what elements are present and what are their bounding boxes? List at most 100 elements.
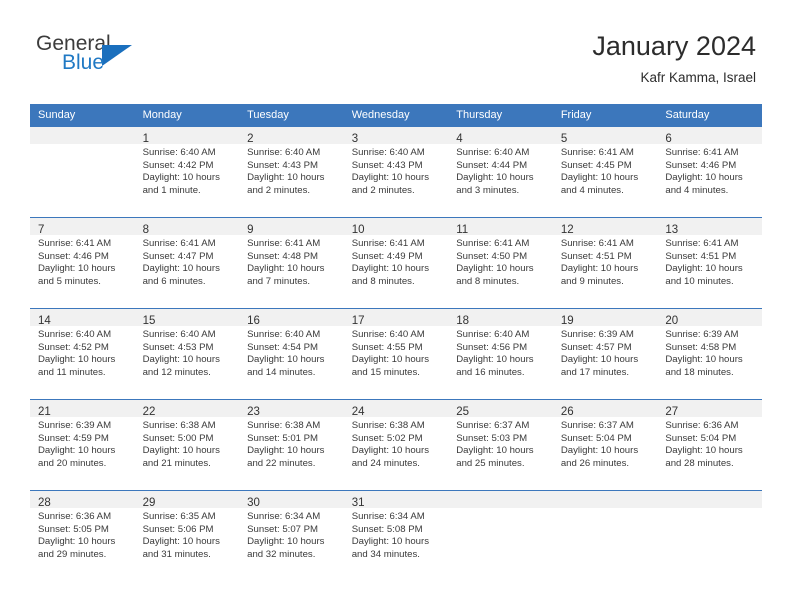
day-cell[interactable]: 21 Sunrise: 6:39 AM Sunset: 4:59 PM Dayl… bbox=[30, 399, 135, 491]
sunset-text: Sunset: 5:07 PM bbox=[247, 523, 319, 535]
day-cell[interactable] bbox=[657, 490, 762, 581]
day-cell[interactable]: 15 Sunrise: 6:40 AM Sunset: 4:53 PM Dayl… bbox=[134, 308, 240, 400]
day-cell[interactable]: 31 Sunrise: 6:34 AM Sunset: 5:08 PM Dayl… bbox=[343, 490, 449, 581]
sunrise-text: Sunrise: 6:38 AM bbox=[247, 420, 321, 431]
daylight-text-line2: and 9 minutes. bbox=[560, 275, 624, 287]
sunrise-text: Sunrise: 6:40 AM bbox=[142, 147, 216, 158]
day-number: 23 bbox=[247, 406, 260, 418]
daylight-text-line1: Daylight: 10 hours bbox=[38, 536, 116, 548]
daylight-text-line2: and 5 minutes. bbox=[38, 275, 101, 287]
day-cell[interactable] bbox=[30, 126, 135, 218]
day-number-band: 30 bbox=[239, 491, 344, 509]
day-cell[interactable]: 18 Sunrise: 6:40 AM Sunset: 4:56 PM Dayl… bbox=[448, 308, 553, 400]
day-cell[interactable]: 5 Sunrise: 6:41 AM Sunset: 4:45 PM Dayli… bbox=[552, 126, 658, 218]
daylight-text-line1: Daylight: 10 hours bbox=[351, 536, 430, 548]
day-cell[interactable]: 27 Sunrise: 6:36 AM Sunset: 5:04 PM Dayl… bbox=[657, 399, 762, 491]
daylight-text-line2: and 4 minutes. bbox=[560, 184, 624, 196]
day-number-band: 20 bbox=[657, 309, 762, 327]
day-cell[interactable]: 10 Sunrise: 6:41 AM Sunset: 4:49 PM Dayl… bbox=[343, 217, 449, 309]
sunset-text: Sunset: 5:05 PM bbox=[38, 523, 109, 535]
day-cell[interactable]: 23 Sunrise: 6:38 AM Sunset: 5:01 PM Dayl… bbox=[239, 399, 344, 491]
sunrise-text: Sunrise: 6:41 AM bbox=[247, 238, 321, 249]
day-info: Sunrise: 6:40 AM Sunset: 4:44 PM Dayligh… bbox=[448, 144, 553, 197]
day-number: 8 bbox=[142, 224, 149, 236]
daylight-text-line2: and 28 minutes. bbox=[665, 457, 734, 469]
day-cell[interactable]: 30 Sunrise: 6:34 AM Sunset: 5:07 PM Dayl… bbox=[239, 490, 344, 581]
day-cell[interactable]: 26 Sunrise: 6:37 AM Sunset: 5:04 PM Dayl… bbox=[552, 399, 658, 491]
sunset-text: Sunset: 5:04 PM bbox=[560, 432, 632, 444]
day-number-band: 17 bbox=[343, 309, 449, 327]
day-cell[interactable]: 2 Sunrise: 6:40 AM Sunset: 4:43 PM Dayli… bbox=[239, 126, 344, 218]
day-info: Sunrise: 6:40 AM Sunset: 4:43 PM Dayligh… bbox=[239, 144, 344, 197]
daylight-text-line2: and 16 minutes. bbox=[456, 366, 525, 378]
weekday-header-wednesday: Wednesday bbox=[343, 104, 449, 127]
day-cell[interactable]: 16 Sunrise: 6:40 AM Sunset: 4:54 PM Dayl… bbox=[239, 308, 344, 400]
sunrise-text: Sunrise: 6:41 AM bbox=[665, 147, 739, 158]
weekday-header-tuesday: Tuesday bbox=[239, 104, 344, 127]
daylight-text-line2: and 8 minutes. bbox=[351, 275, 415, 287]
sunset-text: Sunset: 4:43 PM bbox=[247, 159, 319, 171]
sunset-text: Sunset: 4:44 PM bbox=[456, 159, 528, 171]
day-cell[interactable]: 3 Sunrise: 6:40 AM Sunset: 4:43 PM Dayli… bbox=[343, 126, 449, 218]
day-cell[interactable]: 19 Sunrise: 6:39 AM Sunset: 4:57 PM Dayl… bbox=[552, 308, 658, 400]
daylight-text-line2: and 29 minutes. bbox=[38, 548, 107, 560]
day-cell[interactable]: 22 Sunrise: 6:38 AM Sunset: 5:00 PM Dayl… bbox=[134, 399, 240, 491]
daylight-text-line2: and 21 minutes. bbox=[142, 457, 211, 469]
day-number-band bbox=[657, 491, 762, 508]
day-cell[interactable]: 24 Sunrise: 6:38 AM Sunset: 5:02 PM Dayl… bbox=[343, 399, 449, 491]
daylight-text-line1: Daylight: 10 hours bbox=[247, 263, 325, 275]
weekday-header-monday: Monday bbox=[134, 104, 240, 127]
day-number: 1 bbox=[142, 133, 149, 145]
day-info: Sunrise: 6:41 AM Sunset: 4:51 PM Dayligh… bbox=[553, 235, 658, 288]
day-cell[interactable]: 1 Sunrise: 6:40 AM Sunset: 4:42 PM Dayli… bbox=[134, 126, 240, 218]
day-number-band bbox=[448, 491, 553, 508]
day-info: Sunrise: 6:41 AM Sunset: 4:50 PM Dayligh… bbox=[448, 235, 553, 288]
day-cell[interactable]: 25 Sunrise: 6:37 AM Sunset: 5:03 PM Dayl… bbox=[448, 399, 553, 491]
daylight-text-line2: and 15 minutes. bbox=[351, 366, 420, 378]
day-info: Sunrise: 6:40 AM Sunset: 4:56 PM Dayligh… bbox=[448, 326, 553, 379]
day-cell[interactable]: 28 Sunrise: 6:36 AM Sunset: 5:05 PM Dayl… bbox=[30, 490, 135, 581]
daylight-text-line1: Daylight: 10 hours bbox=[560, 172, 639, 184]
day-number: 19 bbox=[560, 315, 574, 327]
day-number: 25 bbox=[456, 406, 470, 418]
day-number: 29 bbox=[142, 497, 156, 509]
day-cell[interactable]: 6 Sunrise: 6:41 AM Sunset: 4:46 PM Dayli… bbox=[657, 126, 762, 218]
daylight-text-line1: Daylight: 10 hours bbox=[142, 536, 220, 548]
day-number: 12 bbox=[560, 224, 574, 236]
day-number-band: 8 bbox=[134, 218, 240, 236]
calendar-table: Sunday Monday Tuesday Wednesday Thursday… bbox=[30, 104, 762, 581]
day-number-band bbox=[552, 491, 658, 508]
daylight-text-line2: and 6 minutes. bbox=[142, 275, 206, 287]
day-info: Sunrise: 6:39 AM Sunset: 4:57 PM Dayligh… bbox=[553, 326, 658, 379]
sunrise-text: Sunrise: 6:34 AM bbox=[351, 511, 425, 522]
sunrise-text: Sunrise: 6:38 AM bbox=[351, 420, 425, 431]
daylight-text-line2: and 34 minutes. bbox=[351, 548, 420, 560]
day-cell[interactable]: 29 Sunrise: 6:35 AM Sunset: 5:06 PM Dayl… bbox=[134, 490, 240, 581]
day-cell[interactable] bbox=[448, 490, 553, 581]
day-cell[interactable]: 8 Sunrise: 6:41 AM Sunset: 4:47 PM Dayli… bbox=[134, 217, 240, 309]
day-cell[interactable]: 13 Sunrise: 6:41 AM Sunset: 4:51 PM Dayl… bbox=[657, 217, 762, 309]
day-cell[interactable]: 14 Sunrise: 6:40 AM Sunset: 4:52 PM Dayl… bbox=[30, 308, 135, 400]
day-cell[interactable]: 17 Sunrise: 6:40 AM Sunset: 4:55 PM Dayl… bbox=[343, 308, 449, 400]
day-cell[interactable]: 11 Sunrise: 6:41 AM Sunset: 4:50 PM Dayl… bbox=[448, 217, 553, 309]
daylight-text-line1: Daylight: 10 hours bbox=[665, 445, 743, 457]
day-cell[interactable]: 7 Sunrise: 6:41 AM Sunset: 4:46 PM Dayli… bbox=[30, 217, 135, 309]
daylight-text-line2: and 22 minutes. bbox=[247, 457, 316, 469]
sunrise-text: Sunrise: 6:41 AM bbox=[560, 147, 634, 158]
sunset-text: Sunset: 4:45 PM bbox=[560, 159, 632, 171]
day-cell[interactable]: 20 Sunrise: 6:39 AM Sunset: 4:58 PM Dayl… bbox=[657, 308, 762, 400]
day-cell[interactable]: 4 Sunrise: 6:40 AM Sunset: 4:44 PM Dayli… bbox=[448, 126, 553, 218]
sunset-text: Sunset: 5:03 PM bbox=[456, 432, 528, 444]
daylight-text-line2: and 10 minutes. bbox=[665, 275, 734, 287]
general-blue-logo[interactable]: General Blue bbox=[36, 33, 156, 83]
day-number-band: 7 bbox=[30, 218, 135, 236]
day-cell[interactable]: 12 Sunrise: 6:41 AM Sunset: 4:51 PM Dayl… bbox=[552, 217, 658, 309]
day-cell[interactable] bbox=[552, 490, 658, 581]
day-info: Sunrise: 6:41 AM Sunset: 4:48 PM Dayligh… bbox=[239, 235, 344, 288]
day-cell[interactable]: 9 Sunrise: 6:41 AM Sunset: 4:48 PM Dayli… bbox=[239, 217, 344, 309]
weekday-header-saturday: Saturday bbox=[657, 104, 762, 127]
daylight-text-line2: and 1 minute. bbox=[142, 184, 201, 196]
day-info: Sunrise: 6:41 AM Sunset: 4:45 PM Dayligh… bbox=[553, 144, 658, 197]
day-number-band: 29 bbox=[134, 491, 240, 509]
sunrise-text: Sunrise: 6:40 AM bbox=[456, 147, 530, 158]
